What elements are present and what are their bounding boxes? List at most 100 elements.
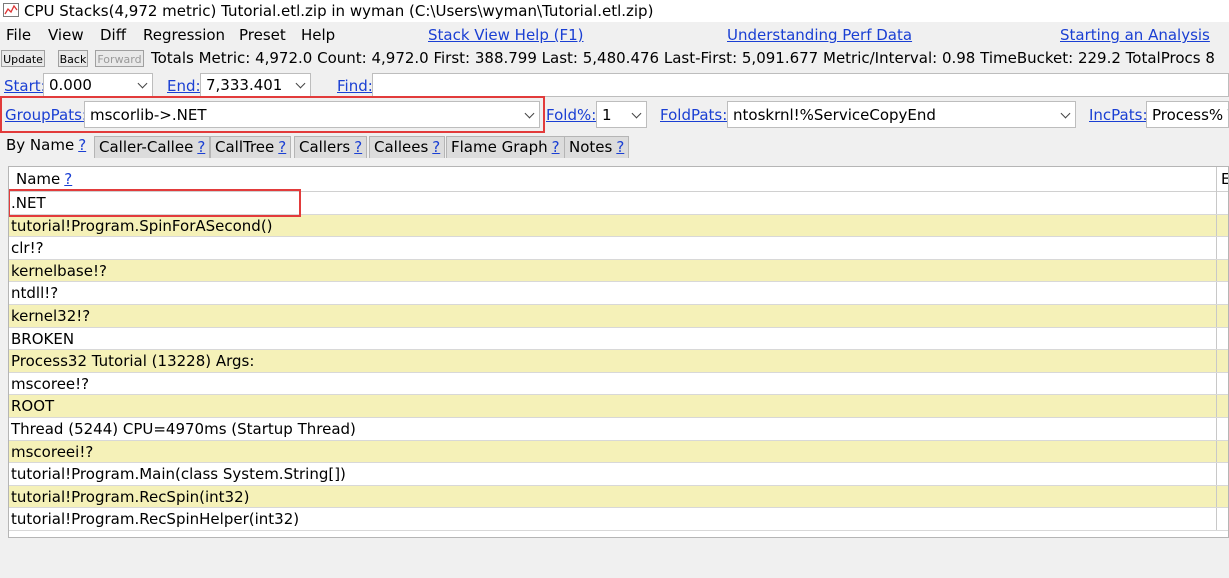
- table-row[interactable]: ROOT: [9, 395, 1228, 418]
- name-cell: ROOT: [11, 397, 55, 416]
- tab-by-name[interactable]: By Name?: [2, 135, 91, 157]
- table-row[interactable]: clr!?: [9, 237, 1228, 260]
- menu-diff[interactable]: Diff: [100, 26, 126, 44]
- column-divider: [1216, 372, 1217, 395]
- incpats-value: Process% T: [1152, 106, 1229, 124]
- table-row[interactable]: kernelbase!?: [9, 259, 1228, 283]
- fold-percent-combo[interactable]: 1: [596, 101, 647, 128]
- title-bar: CPU Stacks(4,972 metric) Tutorial.etl.zi…: [0, 0, 1229, 22]
- tab-callees[interactable]: Callees?: [369, 136, 446, 158]
- tab-flame-graph[interactable]: Flame Graph?: [446, 136, 565, 158]
- name-cell: tutorial!Program.RecSpinHelper(int32): [11, 510, 300, 529]
- menu-view[interactable]: View: [48, 26, 84, 44]
- tab-label: Callers: [299, 138, 351, 156]
- tab-label: Notes: [569, 138, 613, 156]
- totals-summary: Totals Metric: 4,972.0 Count: 4,972.0 Fi…: [151, 49, 1215, 67]
- name-cell: kernelbase!?: [11, 261, 107, 280]
- range-bar: Start: 0.000 End: 7,333.401 Find:: [0, 72, 1229, 98]
- table-row[interactable]: mscoree!?: [9, 372, 1228, 396]
- name-cell: clr!?: [11, 239, 44, 258]
- column-divider: [1216, 259, 1217, 282]
- tab-help-link[interactable]: ?: [432, 138, 440, 156]
- incpats-label[interactable]: IncPats:: [1089, 106, 1148, 124]
- end-value: 7,333.401: [206, 76, 283, 94]
- column-divider: [1216, 440, 1217, 463]
- forward-button[interactable]: Forward: [95, 50, 144, 67]
- net-row-highlight: [9, 189, 301, 217]
- column-divider: [1216, 214, 1217, 237]
- tab-help-link[interactable]: ?: [197, 138, 205, 156]
- next-column-header[interactable]: E: [1221, 170, 1228, 188]
- table-row[interactable]: tutorial!Program.SpinForASecond(): [9, 214, 1228, 238]
- tab-notes[interactable]: Notes?: [564, 136, 630, 158]
- tab-label: CallTree: [215, 138, 275, 156]
- start-value: 0.000: [49, 76, 92, 94]
- column-divider: [1216, 395, 1217, 417]
- start-combo[interactable]: 0.000: [43, 73, 153, 97]
- tab-help-link[interactable]: ?: [616, 138, 624, 156]
- end-combo[interactable]: 7,333.401: [200, 73, 311, 97]
- table-row[interactable]: tutorial!Program.Main(class System.Strin…: [9, 463, 1228, 486]
- name-header-label: Name: [16, 170, 61, 188]
- name-cell: Process32 Tutorial (13228) Args:: [11, 352, 255, 371]
- tab-caller-callee[interactable]: Caller-Callee?: [94, 136, 211, 158]
- fold-percent-value: 1: [602, 106, 612, 124]
- foldpats-combo[interactable]: ntoskrnl!%ServiceCopyEnd: [727, 101, 1076, 128]
- name-cell: kernel32!?: [11, 306, 91, 325]
- menu-bar: File View Diff Regression Preset Help St…: [0, 24, 1229, 46]
- menu-preset[interactable]: Preset: [239, 26, 286, 44]
- starting-an-analysis-link[interactable]: Starting an Analysis: [1060, 26, 1210, 44]
- column-divider: [1216, 327, 1217, 350]
- back-button[interactable]: Back: [58, 50, 88, 67]
- table-row[interactable]: Process32 Tutorial (13228) Args:: [9, 350, 1228, 373]
- toolbar: Update Back Forward Totals Metric: 4,972…: [0, 48, 1229, 70]
- column-divider: [1216, 192, 1217, 214]
- fold-percent-label[interactable]: Fold%:: [546, 106, 596, 124]
- menu-help[interactable]: Help: [301, 26, 335, 44]
- tab-calltree[interactable]: CallTree?: [210, 136, 292, 158]
- name-cell: Thread (5244) CPU=4970ms (Startup Thread…: [11, 419, 356, 438]
- name-cell: mscoreei!?: [11, 442, 94, 461]
- table-row[interactable]: tutorial!Program.RecSpinHelper(int32): [9, 508, 1228, 531]
- name-cell: tutorial!Program.SpinForASecond(): [11, 216, 273, 235]
- name-help-link[interactable]: ?: [64, 170, 72, 188]
- view-tabs: By Name? Caller-Callee? CallTree? Caller…: [0, 135, 1229, 160]
- table-row[interactable]: tutorial!Program.RecSpin(int32): [9, 485, 1228, 509]
- stack-view-help-link[interactable]: Stack View Help (F1): [428, 26, 584, 44]
- name-cell: BROKEN: [11, 329, 75, 348]
- column-divider: [1216, 417, 1217, 440]
- tab-help-link[interactable]: ?: [552, 138, 560, 156]
- tab-callers[interactable]: Callers?: [294, 136, 368, 158]
- understanding-perf-data-link[interactable]: Understanding Perf Data: [727, 26, 912, 44]
- foldpats-label[interactable]: FoldPats:: [660, 106, 727, 124]
- find-input[interactable]: [372, 73, 1229, 97]
- tab-help-link[interactable]: ?: [78, 136, 86, 154]
- column-divider: [1216, 282, 1217, 304]
- tab-help-link[interactable]: ?: [278, 138, 286, 156]
- table-row[interactable]: BROKEN: [9, 327, 1228, 351]
- name-cell: tutorial!Program.Main(class System.Strin…: [11, 465, 346, 484]
- column-divider: [1216, 350, 1217, 372]
- table-row[interactable]: ntdll!?: [9, 282, 1228, 305]
- chevron-down-icon: [295, 78, 306, 89]
- name-column-header[interactable]: Name?: [16, 170, 72, 188]
- menu-regression[interactable]: Regression: [143, 26, 225, 44]
- name-cell: ntdll!?: [11, 284, 59, 303]
- foldpats-value: ntoskrnl!%ServiceCopyEnd: [733, 106, 936, 124]
- table-row[interactable]: mscoreei!?: [9, 440, 1228, 464]
- tab-label: Callees: [374, 138, 429, 156]
- chevron-down-icon: [1060, 108, 1071, 119]
- start-label[interactable]: Start:: [4, 77, 46, 95]
- find-label[interactable]: Find:: [337, 77, 373, 95]
- end-label[interactable]: End:: [167, 77, 201, 95]
- column-divider: [1216, 237, 1217, 259]
- column-divider: [1216, 304, 1217, 327]
- tab-help-link[interactable]: ?: [354, 138, 362, 156]
- chevron-down-icon: [137, 78, 148, 89]
- incpats-combo[interactable]: Process% T: [1146, 101, 1229, 128]
- table-row[interactable]: kernel32!?: [9, 304, 1228, 328]
- column-divider[interactable]: [1216, 167, 1217, 192]
- menu-file[interactable]: File: [6, 26, 31, 44]
- table-row[interactable]: Thread (5244) CPU=4970ms (Startup Thread…: [9, 417, 1228, 441]
- update-button[interactable]: Update: [1, 50, 45, 67]
